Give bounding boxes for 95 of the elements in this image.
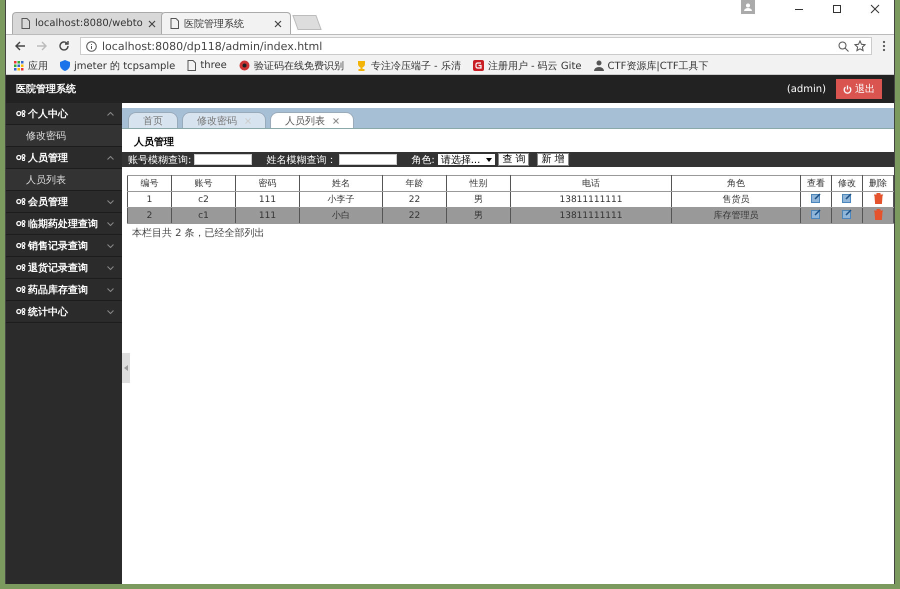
- input-field[interactable]: [339, 154, 398, 165]
- cogs-icon: [16, 308, 26, 315]
- edit-icon[interactable]: [842, 193, 852, 203]
- column-header: 编号: [128, 176, 172, 192]
- add-button[interactable]: 新 增: [537, 153, 569, 166]
- cogs-icon: [16, 154, 26, 161]
- trash-icon[interactable]: [874, 192, 882, 204]
- table-row[interactable]: 2 c1 111 小白 22 男 13811111111 库存管理员: [128, 208, 894, 224]
- browser-tab[interactable]: localhost:8080/webto: [12, 12, 165, 34]
- table-cell: c1: [172, 208, 236, 224]
- page-icon: [170, 18, 179, 29]
- close-icon[interactable]: [870, 4, 880, 14]
- logout-button[interactable]: 退出: [836, 79, 882, 99]
- table-cell: 小白: [300, 208, 382, 224]
- column-header: 查看: [800, 176, 832, 192]
- cogs-icon: [16, 242, 26, 249]
- summary-text: 本栏目共 2 条，已经全部列出: [131, 226, 266, 241]
- bookmark-item[interactable]: 验证码在线免费识别: [238, 58, 344, 72]
- table-cell: 13811111111: [510, 208, 672, 224]
- edit-icon[interactable]: [811, 193, 821, 203]
- column-header: 密码: [236, 176, 300, 192]
- url-text: localhost:8080/dp118/admin/index.html: [102, 40, 322, 52]
- field-label: 姓名模糊查询：: [266, 154, 336, 166]
- power-icon: [843, 84, 852, 94]
- chevron-up-icon: [107, 156, 114, 160]
- eye-logo-icon: [238, 60, 250, 71]
- close-icon[interactable]: [148, 20, 156, 28]
- zoom-icon[interactable]: [838, 40, 849, 52]
- column-header: 删除: [862, 176, 894, 192]
- chevron-up-icon: [107, 112, 114, 116]
- g-logo-icon: [472, 60, 484, 71]
- person-icon: [744, 3, 752, 11]
- bookmark-item[interactable]: 专注冷压端子 - 乐清: [356, 58, 461, 72]
- apps-grid-icon: [14, 60, 24, 70]
- person-icon: [594, 60, 604, 71]
- cogs-icon: [16, 264, 26, 271]
- column-header: 修改: [832, 176, 862, 192]
- input-field[interactable]: [194, 154, 252, 165]
- maximize-icon[interactable]: [832, 4, 842, 14]
- column-header: 年龄: [382, 176, 446, 192]
- cogs-icon: [16, 220, 26, 227]
- close-icon[interactable]: [274, 20, 282, 28]
- page-icon: [187, 60, 196, 71]
- column-header: 角色: [672, 176, 800, 192]
- star-icon[interactable]: [854, 40, 866, 52]
- chevron-down-icon: [107, 288, 114, 292]
- bookmark-item[interactable]: CTF资源库|CTF工具下: [594, 58, 709, 72]
- back-icon[interactable]: [14, 40, 26, 52]
- role-dropdown[interactable]: 请选择...: [438, 154, 496, 165]
- table-cell: 库存管理员: [672, 208, 800, 224]
- table-cell: 111: [236, 208, 300, 224]
- menu-icon[interactable]: [882, 40, 886, 52]
- app-title: 医院管理系统: [16, 82, 76, 96]
- field-label: 角色:: [411, 154, 435, 166]
- chevron-down-icon: [107, 266, 114, 270]
- bookmark-item[interactable]: jmeter 的 tcpsample: [60, 58, 176, 72]
- table-cell: 男: [446, 208, 510, 224]
- browser-tab[interactable]: 医院管理系统: [160, 12, 291, 34]
- caret-icon: [124, 365, 128, 371]
- column-header: 性别: [446, 176, 510, 192]
- edit-icon[interactable]: [811, 209, 821, 219]
- collapse-handle[interactable]: [122, 353, 130, 383]
- column-header: 电话: [510, 176, 672, 192]
- page-icon: [21, 18, 30, 29]
- sidebar-item[interactable]: 人员列表: [6, 169, 122, 191]
- address-bar[interactable]: localhost:8080/dp118/admin/index.html: [80, 37, 872, 55]
- sidebar-item[interactable]: 修改密码: [6, 125, 122, 147]
- column-header: 账号: [172, 176, 236, 192]
- page-tab[interactable]: 人员列表: [270, 112, 354, 128]
- info-icon: [86, 40, 97, 52]
- reload-icon[interactable]: [58, 40, 70, 52]
- chevron-down-icon: [107, 222, 114, 226]
- bookmark-item[interactable]: 应用: [14, 58, 48, 72]
- cogs-icon: [16, 198, 26, 205]
- query-button[interactable]: 查 询: [498, 153, 530, 166]
- bookmark-item[interactable]: three: [187, 60, 227, 71]
- trophy-icon: [356, 60, 367, 71]
- user-name: (admin): [786, 84, 826, 94]
- chevron-down-icon: [107, 244, 114, 248]
- tab-title: 医院管理系统: [184, 18, 245, 30]
- cogs-icon: [16, 286, 26, 293]
- table-cell: 2: [128, 208, 172, 224]
- shield-icon: [60, 60, 70, 71]
- tab-title: localhost:8080/webto: [35, 18, 143, 29]
- edit-icon[interactable]: [842, 209, 852, 219]
- field-label: 账号模糊查询:: [128, 154, 192, 166]
- dropdown-arrow-icon: [486, 158, 492, 162]
- table-cell: 22: [382, 208, 446, 224]
- chevron-down-icon: [107, 310, 114, 314]
- bookmark-item[interactable]: 注册用户 - 码云 Gite: [472, 58, 582, 72]
- column-header: 姓名: [300, 176, 382, 192]
- panel-title: 人员管理: [132, 136, 175, 150]
- cogs-icon: [16, 110, 26, 117]
- chevron-down-icon: [107, 200, 114, 204]
- page-tab[interactable]: 修改密码: [182, 112, 266, 128]
